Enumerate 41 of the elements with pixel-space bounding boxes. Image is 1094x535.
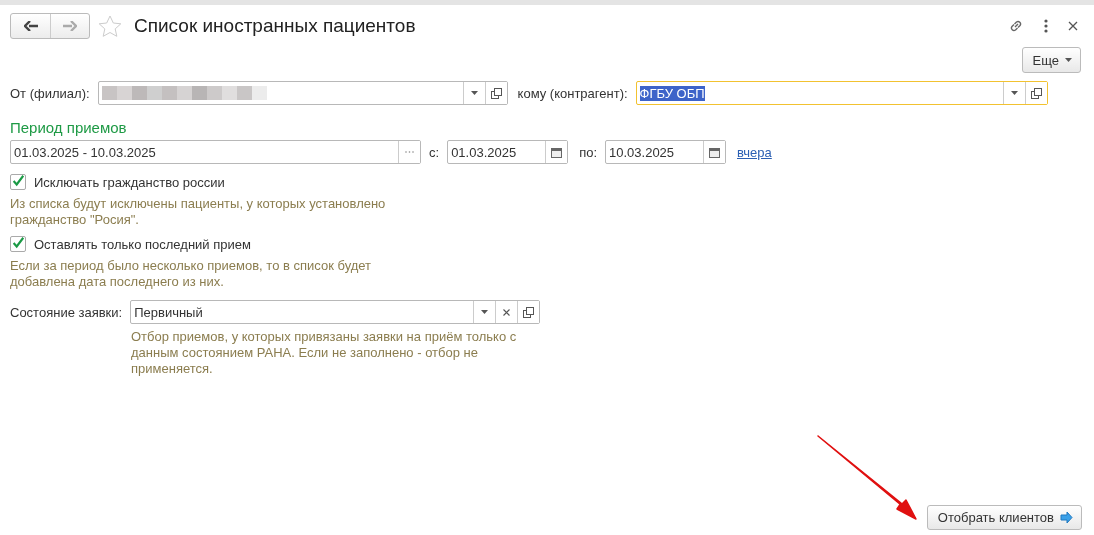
- field-label: с:: [429, 144, 440, 160]
- arrow-right-icon: [1060, 511, 1073, 524]
- star-icon[interactable]: [98, 14, 122, 38]
- calendar-icon: [551, 146, 563, 158]
- request-state-field[interactable]: Первичный: [130, 300, 541, 324]
- link-icon: [1008, 18, 1024, 34]
- menu-icon: [1044, 19, 1048, 33]
- window-title: Список иностранных пациентов: [134, 15, 417, 37]
- select-clients-button[interactable]: Отобрать клиентов: [926, 505, 1082, 530]
- hint-text: Из списка будут исключены пациенты, у которых установлено гражданство "Росия".: [10, 196, 387, 228]
- dropdown-icon: [1065, 58, 1072, 62]
- calendar-icon: [709, 146, 720, 158]
- date-field[interactable]: 10.03.2025: [605, 140, 726, 164]
- dropdown-icon: [470, 91, 478, 95]
- field-label: кому (контрагент):: [517, 85, 628, 101]
- field-label: по:: [579, 144, 597, 160]
- counterparty-field[interactable]: ФГБУ ОБП: [635, 81, 1048, 105]
- hint-text: Отбор приемов, у которых привязаны заявки на приём только с данным состоянием РАНА. Если не заполнено - отбор не применяется.: [131, 329, 518, 377]
- yesterday-link[interactable]: вчера: [737, 144, 772, 160]
- checkbox-label: Исключать гражданство россии: [34, 174, 225, 190]
- field-label: Состояние заявки:: [10, 304, 123, 320]
- back-arrow-icon: [23, 21, 38, 31]
- period-field[interactable]: 01.03.2025 - 10.03.2025: [10, 140, 421, 164]
- open-button[interactable]: [517, 301, 540, 323]
- clear-icon: [503, 308, 511, 316]
- field-label: От (филиал):: [10, 85, 90, 101]
- checkbox-label: Оставлять только последний прием: [34, 236, 251, 252]
- forward-arrow-icon: [63, 21, 77, 31]
- more-button[interactable]: Еще: [1021, 47, 1081, 73]
- date-field[interactable]: 01.03.2025: [447, 140, 569, 164]
- hint-text: Если за период было несколько приемов, то в список будет добавлена дата последнего из них.: [10, 258, 373, 290]
- section-heading: Период приемов: [10, 119, 128, 136]
- dropdown-icon: [481, 310, 489, 314]
- branch-field[interactable]: [97, 81, 508, 105]
- checkbox[interactable]: [10, 174, 26, 190]
- close-icon: [1068, 21, 1078, 31]
- checkbox[interactable]: [10, 236, 26, 252]
- dropdown-icon: [1010, 91, 1018, 95]
- open-icon: [490, 87, 502, 99]
- open-icon: [1030, 87, 1042, 99]
- open-icon: [523, 306, 535, 318]
